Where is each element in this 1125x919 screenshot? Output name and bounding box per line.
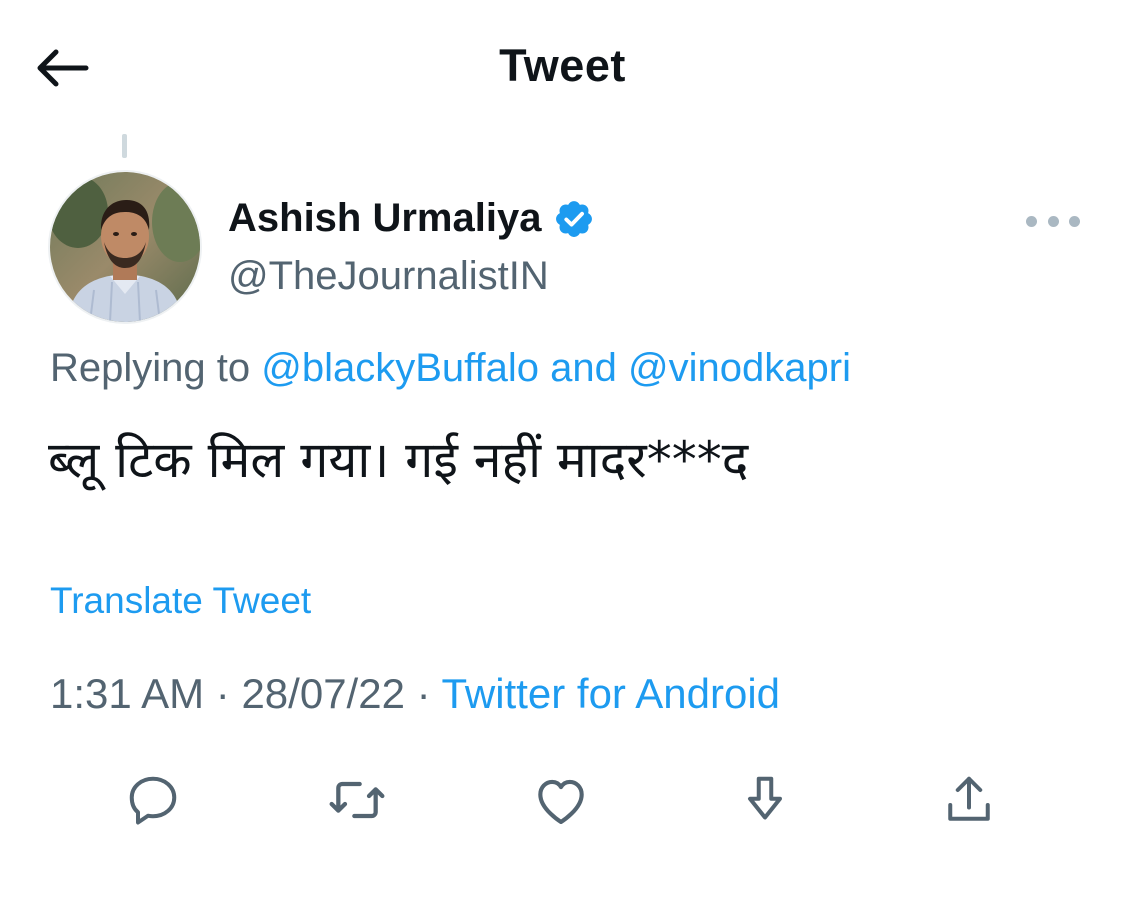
download-icon bbox=[748, 776, 782, 820]
more-options-dot bbox=[1069, 215, 1080, 227]
more-options-icon bbox=[1026, 215, 1037, 227]
top-bar: Tweet bbox=[0, 0, 1125, 140]
author-name[interactable]: Ashish Urmaliya bbox=[228, 196, 595, 241]
like-button[interactable] bbox=[521, 760, 601, 840]
retweet-button[interactable] bbox=[317, 760, 397, 840]
more-options-dot bbox=[1047, 215, 1059, 227]
verified-badge-icon bbox=[553, 198, 595, 240]
tweet-text: ब्लू टिक मिल गया। गई नहीं मादर***द bbox=[48, 431, 749, 489]
action-bar bbox=[0, 760, 1125, 840]
thread-connector-line bbox=[122, 134, 127, 158]
more-options-button[interactable] bbox=[1026, 204, 1080, 238]
avatar[interactable] bbox=[50, 172, 200, 322]
replying-to: Replying to @blackyBuffalo and @vinodkap… bbox=[50, 346, 851, 391]
translate-tweet-link[interactable]: Translate Tweet bbox=[50, 580, 311, 622]
mention-link[interactable]: @vinodkapri bbox=[628, 346, 851, 390]
share-button[interactable] bbox=[929, 760, 1009, 840]
tweet-time: 1:31 AM bbox=[50, 670, 205, 717]
meta-separator: · bbox=[215, 670, 230, 717]
user-handle[interactable]: @TheJournalistIN bbox=[228, 254, 549, 299]
heart-icon bbox=[538, 779, 584, 825]
replying-prefix: Replying to bbox=[50, 346, 251, 390]
tweet-metadata: 1:31 AM · 28/07/22 · Twitter for Android bbox=[50, 670, 780, 718]
reply-icon bbox=[129, 776, 177, 825]
page-title: Tweet bbox=[499, 40, 626, 91]
share-icon bbox=[948, 776, 990, 821]
replying-connector: and bbox=[550, 346, 617, 390]
tweet-date: 28/07/22 bbox=[241, 670, 405, 717]
tweet-source-link[interactable]: Twitter for Android bbox=[442, 670, 780, 717]
mention-link[interactable]: @blackyBuffalo bbox=[261, 346, 539, 390]
meta-separator: · bbox=[416, 670, 431, 717]
retweet-icon bbox=[329, 781, 385, 819]
avatar-photo bbox=[50, 172, 200, 322]
reply-button[interactable] bbox=[113, 760, 193, 840]
download-button[interactable] bbox=[725, 760, 805, 840]
display-name: Ashish Urmaliya bbox=[228, 196, 542, 240]
